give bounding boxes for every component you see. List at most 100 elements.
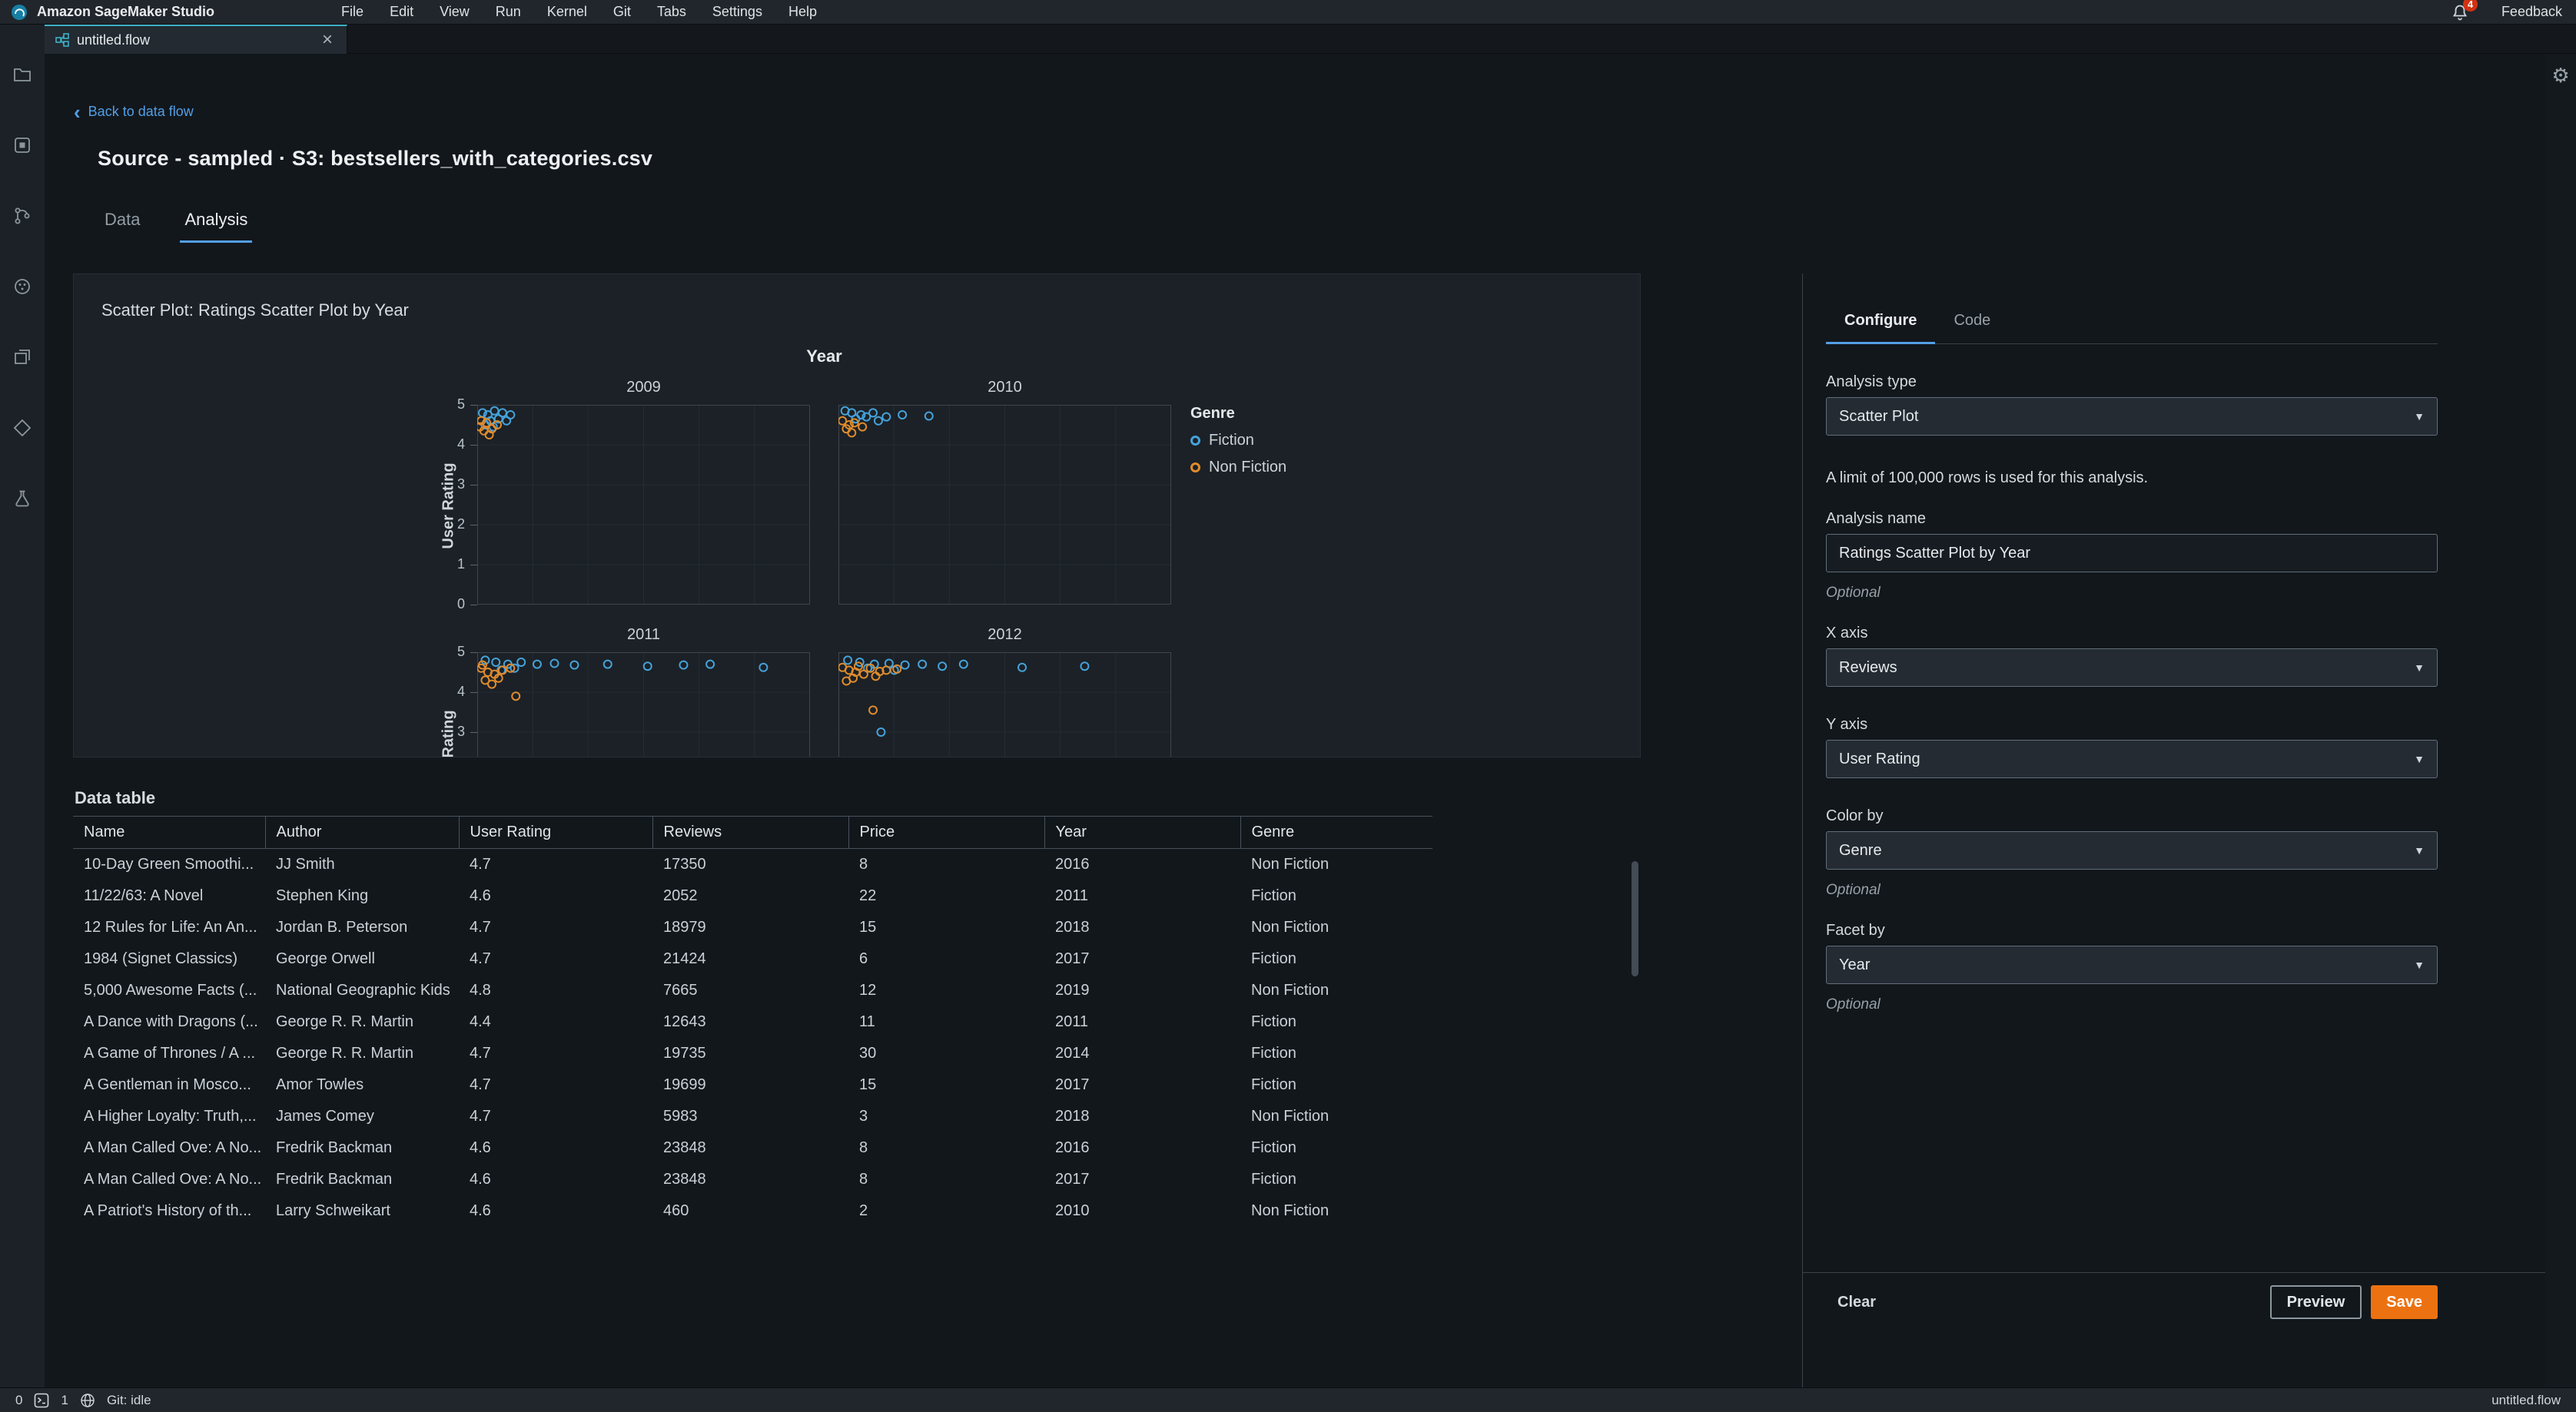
y-tick-mark: [470, 652, 477, 653]
app-title: Amazon SageMaker Studio: [37, 4, 215, 19]
menu-settings[interactable]: Settings: [699, 4, 775, 20]
optional-hint-color: Optional: [1826, 882, 1881, 898]
facet-by-select[interactable]: Year ▼: [1826, 946, 2438, 984]
menu-tabs[interactable]: Tabs: [644, 4, 699, 20]
analysis-name-input[interactable]: [1826, 534, 2438, 572]
save-button[interactable]: Save: [2371, 1285, 2438, 1319]
commands-icon[interactable]: [12, 277, 32, 297]
status-bar: 0 1 Git: idle untitled.flow: [0, 1387, 2576, 1412]
tab-analysis[interactable]: Analysis: [180, 210, 253, 243]
menu-kernel[interactable]: Kernel: [534, 4, 600, 20]
tab-code[interactable]: Code: [1935, 309, 2009, 343]
y-axis-value: User Rating: [1839, 750, 1920, 767]
menu-run[interactable]: Run: [483, 4, 534, 20]
y-tick-mark: [470, 692, 477, 693]
panel-tabs: Configure Code: [1826, 309, 2438, 344]
x-axis-select[interactable]: Reviews ▼: [1826, 648, 2438, 687]
color-by-label: Color by: [1826, 807, 1884, 824]
menu-git[interactable]: Git: [600, 4, 644, 20]
sagemaker-studio-app: Amazon SageMaker Studio File Edit View Run K…: [0, 0, 2576, 1412]
column-header: Price: [848, 816, 1044, 849]
components-icon[interactable]: [12, 418, 32, 438]
table-row: 11/22/63: A Novel Stephen King 4.6 2052 22 20…: [84, 887, 1296, 904]
table-row: 1984 (Signet Classics) George Orwell 4.7 21…: [84, 950, 1296, 967]
notifications-button[interactable]: 4: [2451, 0, 2478, 22]
facet-label-2009: 2009: [626, 379, 661, 396]
y-tick-label: 3: [456, 724, 465, 739]
git-status[interactable]: Git: idle: [107, 1393, 151, 1408]
sagemaker-logo-icon: [12, 4, 27, 20]
menu-help[interactable]: Help: [775, 4, 830, 20]
globe-icon[interactable]: [80, 1393, 95, 1408]
tab-configure[interactable]: Configure: [1826, 309, 1936, 344]
menubar-right: 4 Feedback: [2451, 0, 2562, 22]
analysis-type-select[interactable]: Scatter Plot ▼: [1826, 397, 2438, 436]
table-row: A Patriot's History of th... Larry Schwei…: [84, 1202, 1329, 1219]
table-row: 12 Rules for Life: An An... Jordan B. Pet…: [84, 918, 1329, 936]
terminal-icon[interactable]: [34, 1393, 49, 1408]
data-table-heading: Data table: [75, 788, 156, 807]
facet-label-2010: 2010: [988, 379, 1022, 396]
tab-untitled-flow[interactable]: untitled.flow ×: [45, 25, 347, 54]
left-activity-bar: [0, 25, 45, 1387]
y-tick-label: 4: [456, 684, 465, 699]
panel-footer: Clear Preview Save: [1803, 1272, 2545, 1319]
back-link-label: Back to data flow: [88, 104, 194, 119]
gear-icon[interactable]: ⚙: [2545, 64, 2576, 88]
open-tabs-icon[interactable]: [12, 347, 32, 367]
legend-item-non-fiction: Non Fiction: [1190, 459, 1286, 476]
y-tick-label: 0: [456, 596, 465, 612]
table-row: A Gentleman in Mosco... Amor Towles 4.7 196…: [84, 1076, 1296, 1093]
menu-edit[interactable]: Edit: [377, 4, 427, 20]
legend-swatch-icon: [1190, 462, 1200, 472]
facet-label-2011: 2011: [626, 626, 660, 643]
feedback-link[interactable]: Feedback: [2501, 4, 2562, 20]
legend-item-fiction: Fiction: [1190, 432, 1286, 449]
x-axis-value: Reviews: [1839, 658, 1897, 676]
caret-down-icon: ▼: [2414, 410, 2425, 423]
kernels-count[interactable]: 1: [61, 1393, 68, 1408]
menubar: Amazon SageMaker Studio File Edit View Run K…: [0, 0, 2576, 25]
facet-by-value: Year: [1839, 956, 1871, 973]
tab-data[interactable]: Data: [100, 210, 144, 243]
vertical-scrollbar-thumb[interactable]: [1632, 861, 1638, 976]
analysis-scroll-area: Scatter Plot: Ratings Scatter Plot by Ye…: [73, 273, 1641, 1235]
main-content: ‹ Back to data flow Source - sampled · S…: [45, 55, 2545, 1387]
y-tick-mark: [470, 732, 477, 733]
chart-panel: Scatter Plot: Ratings Scatter Plot by Ye…: [73, 273, 1641, 757]
view-tabs: Data Analysis: [100, 210, 287, 243]
y-tick-label: 4: [456, 436, 465, 452]
caret-down-icon: ▼: [2414, 661, 2425, 674]
legend-title: Genre: [1190, 405, 1235, 422]
y-tick-label: 1: [456, 556, 465, 572]
flow-file-icon: [55, 33, 69, 47]
git-icon[interactable]: [12, 206, 32, 226]
right-utility-strip: ⚙: [2545, 55, 2576, 1387]
table-row: 5,000 Awesome Facts (... National Geograp…: [84, 981, 1329, 999]
running-kernels-icon[interactable]: [12, 135, 32, 155]
menu-view[interactable]: View: [427, 4, 483, 20]
page-title: Source - sampled · S3: bestsellers_with_…: [98, 147, 653, 170]
scatter-plot-2010: [838, 405, 1171, 605]
terminals-count[interactable]: 0: [15, 1393, 22, 1408]
y-axis-select[interactable]: User Rating ▼: [1826, 740, 2438, 778]
y-tick-mark: [470, 445, 477, 446]
experiments-icon[interactable]: [12, 489, 32, 509]
menu-file[interactable]: File: [328, 4, 377, 20]
tab-close-icon[interactable]: ×: [319, 31, 336, 49]
notification-badge: 4: [2462, 0, 2478, 12]
analysis-type-label: Analysis type: [1826, 373, 1917, 390]
back-to-data-flow-link[interactable]: ‹ Back to data flow: [74, 102, 194, 122]
table-row: A Higher Loyalty: Truth,... James Comey 4.…: [84, 1107, 1329, 1125]
preview-button[interactable]: Preview: [2269, 1285, 2362, 1319]
y-axis-label: Y axis: [1826, 716, 1868, 733]
configure-panel: Configure Code Analysis type Scatter Plo…: [1802, 273, 2545, 1387]
color-by-select[interactable]: Genre ▼: [1826, 831, 2438, 870]
x-axis-label: X axis: [1826, 625, 1868, 641]
chart-legend: Genre Fiction Non Fiction: [1190, 405, 1286, 476]
y-tick-label: 5: [456, 644, 465, 659]
folder-icon[interactable]: [12, 65, 32, 85]
clear-button[interactable]: Clear: [1837, 1294, 1876, 1311]
scatter-plot-2011: [477, 652, 810, 757]
column-header: Name: [73, 816, 265, 849]
